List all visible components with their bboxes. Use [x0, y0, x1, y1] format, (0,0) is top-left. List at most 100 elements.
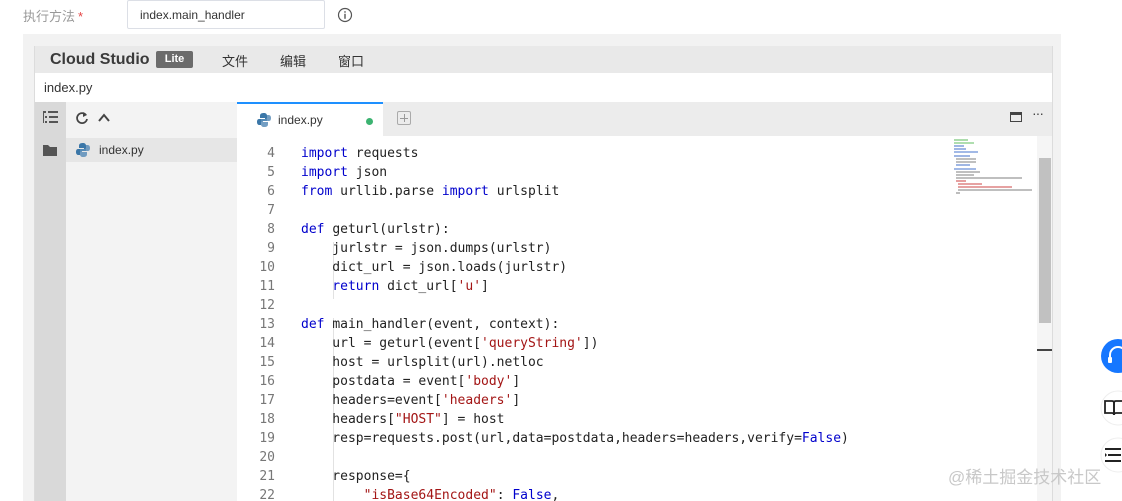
watermark: @稀土掘金技术社区	[948, 468, 1102, 487]
code-text: host = urlsplit(url).netloc	[301, 355, 544, 370]
line-number: 16	[259, 374, 275, 389]
menu-edit[interactable]: 编辑	[280, 51, 306, 70]
code-text: json	[355, 165, 388, 180]
code-text: resp=requests.post(url,data=postdata,hea…	[301, 431, 802, 446]
line-number: 11	[259, 279, 275, 294]
code-line: 17 headers=event['headers']	[237, 391, 1037, 410]
code-text: urlsplit	[496, 184, 560, 199]
handler-input[interactable]: index.main_handler	[127, 0, 325, 29]
code-line: 14 url = geturl(event['queryString'])	[237, 334, 1037, 353]
tab-label: index.py	[278, 113, 323, 127]
activity-bar	[35, 102, 66, 501]
handler-label-text: 执行方法	[23, 9, 76, 24]
code-text: main_handler(event, context):	[332, 317, 560, 332]
code-keyword: import	[301, 165, 356, 180]
more-options-icon[interactable]: ···	[1032, 105, 1044, 121]
code-keyword: False	[801, 431, 842, 446]
code-text: response={	[301, 469, 411, 484]
line-number: 21	[259, 469, 275, 484]
book-icon[interactable]	[1096, 390, 1122, 426]
code-keyword: import	[301, 146, 356, 161]
new-tab-icon[interactable]	[397, 111, 411, 125]
explorer-file-name: index.py	[99, 143, 144, 157]
line-content: host = urlsplit(url).netloc	[301, 353, 544, 372]
line-number: 14	[259, 336, 275, 351]
code-text: ]	[481, 279, 489, 294]
refresh-icon[interactable]	[75, 111, 89, 125]
window-title: index.py	[44, 80, 93, 95]
code-minimap[interactable]	[952, 136, 1036, 196]
line-number: 5	[267, 165, 275, 180]
line-number: 13	[259, 317, 275, 332]
code-keyword: def	[301, 317, 333, 332]
code-text: )	[841, 431, 849, 446]
code-keyword: import	[441, 184, 497, 199]
code-string: 'u'	[457, 279, 482, 294]
ide-menubar: Cloud Studio Lite 文件 编辑 窗口	[35, 46, 1052, 73]
explorer-file-index-py[interactable]: index.py	[66, 138, 237, 162]
code-text: url = geturl(event[	[301, 336, 482, 351]
line-content: return dict_url['u']	[301, 277, 489, 296]
python-file-icon	[76, 143, 90, 157]
code-text: postdata = event[	[301, 374, 466, 389]
menu-window[interactable]: 窗口	[338, 51, 364, 70]
lite-badge: Lite	[156, 51, 193, 68]
line-content: dict_url = json.loads(jurlstr)	[301, 258, 567, 277]
code-editor: index.py ··· 4 import requests 5 import jso…	[237, 102, 1052, 501]
code-line: 7	[237, 201, 1037, 220]
info-icon[interactable]	[337, 7, 353, 23]
code-text: dict_url[	[387, 279, 458, 294]
code-text: headers=event[	[301, 393, 442, 408]
code-text: ]	[512, 393, 521, 408]
tab-index-py[interactable]: index.py	[237, 102, 383, 136]
code-line: 13 def main_handler(event, context):	[237, 315, 1037, 334]
code-text: urllib.parse	[340, 184, 442, 199]
line-content: import requests	[301, 144, 418, 163]
code-line: 8 def geturl(urlstr):	[237, 220, 1037, 239]
code-area[interactable]: 4 import requests 5 import json 6 from urllib…	[237, 136, 1037, 501]
code-keyword: from	[301, 184, 341, 199]
code-line: 21 response={	[237, 467, 1037, 486]
code-line: 10 dict_url = json.loads(jurlstr)	[237, 258, 1037, 277]
explorer-list-icon[interactable]	[42, 110, 59, 126]
folder-icon[interactable]	[42, 142, 59, 158]
scroll-thumb[interactable]	[1039, 158, 1051, 323]
editor-scrollbar[interactable]	[1037, 136, 1052, 501]
line-number: 19	[259, 431, 275, 446]
code-string: 'queryString'	[481, 336, 583, 351]
handler-label: 执行方法 *	[23, 6, 83, 25]
menu-file[interactable]: 文件	[222, 51, 248, 70]
line-number: 7	[267, 203, 275, 218]
editor-tabbar: index.py ···	[237, 102, 1052, 136]
customer-service-icon[interactable]	[1096, 338, 1122, 374]
line-content: from urllib.parse import urlsplit	[301, 182, 559, 201]
line-content: url = geturl(event['queryString'])	[301, 334, 598, 353]
code-line: 4 import requests	[237, 144, 1037, 163]
required-mark: *	[78, 9, 84, 24]
line-content: import json	[301, 163, 387, 182]
code-line: 20	[237, 448, 1037, 467]
scroll-marker	[1037, 349, 1052, 351]
unsaved-dot-icon	[366, 118, 373, 125]
line-number: 4	[267, 146, 275, 161]
python-file-icon	[257, 113, 271, 127]
line-content: resp=requests.post(url,data=postdata,hea…	[301, 429, 849, 448]
code-string: 'headers'	[441, 393, 513, 408]
collapse-icon[interactable]	[97, 111, 111, 125]
ide-titlebar: index.py	[35, 73, 1052, 103]
code-text: ]	[512, 374, 521, 389]
code-line: 5 import json	[237, 163, 1037, 182]
code-text: geturl(urlstr):	[332, 222, 450, 237]
code-line: 9 jurlstr = json.dumps(urlstr)	[237, 239, 1037, 258]
line-number: 22	[259, 488, 275, 501]
line-content: response={	[301, 467, 411, 486]
code-string: 'body'	[465, 374, 513, 389]
code-line: 22 "isBase64Encoded": False,	[237, 486, 1037, 501]
maximize-icon[interactable]	[1010, 112, 1022, 122]
handler-form-row: 执行方法 * index.main_handler	[0, 0, 1122, 34]
code-text: :	[496, 488, 513, 501]
file-explorer: index.py	[66, 102, 237, 501]
code-text: jurlstr = json.dumps(urlstr)	[301, 241, 552, 256]
line-content: headers["HOST"] = host	[301, 410, 504, 429]
line-number: 10	[259, 260, 275, 275]
